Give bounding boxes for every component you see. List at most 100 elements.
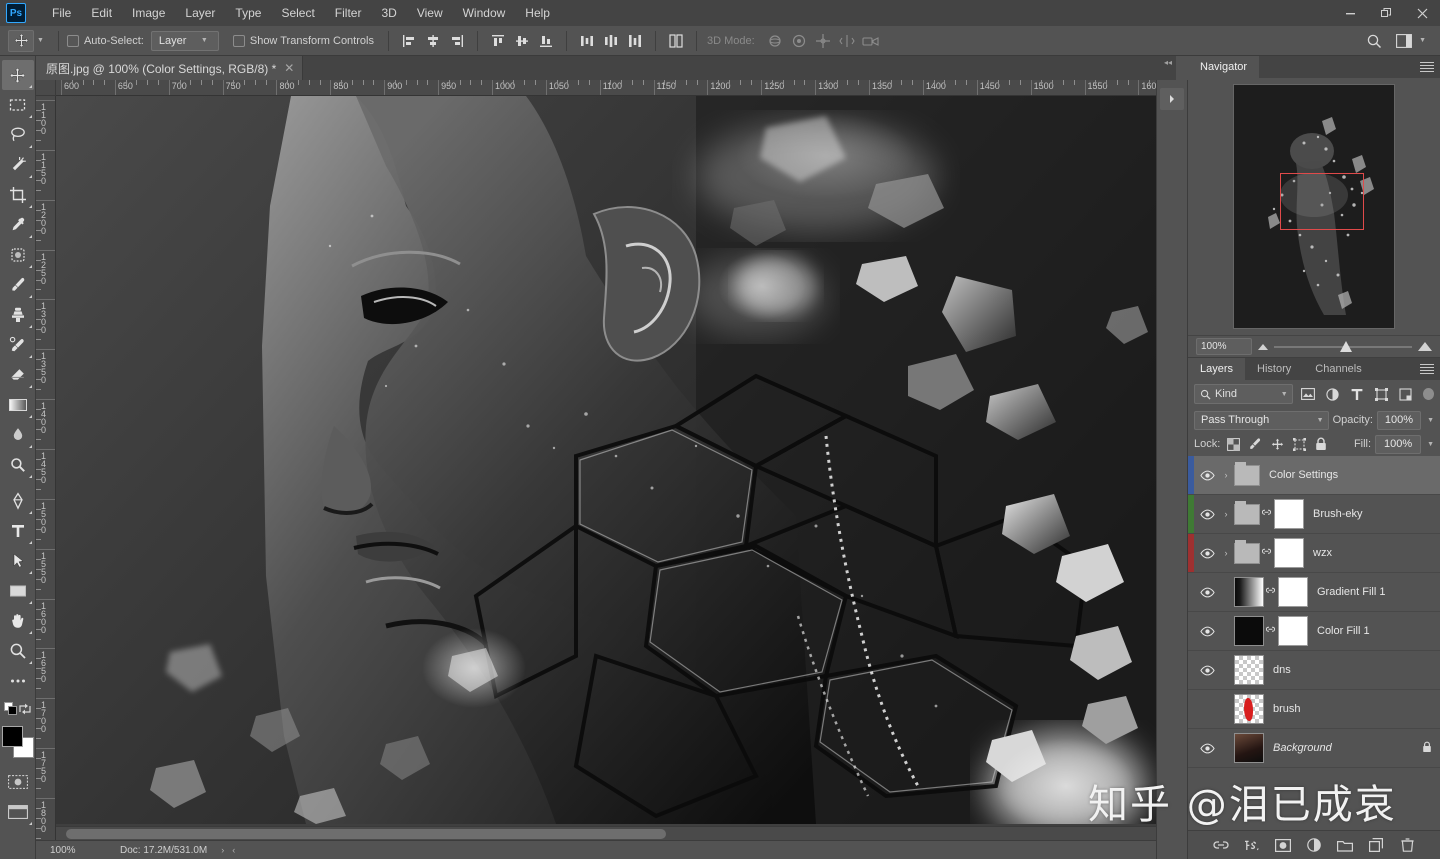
image-canvas[interactable] xyxy=(56,96,1156,824)
distribute-bottom-edges-icon[interactable] xyxy=(623,30,647,52)
auto-select-checkbox[interactable] xyxy=(66,34,79,47)
slide-3d-icon[interactable] xyxy=(835,30,859,52)
status-expand-icon[interactable]: › xyxy=(221,845,224,855)
move-tool[interactable] xyxy=(1,60,34,90)
roll-3d-icon[interactable] xyxy=(787,30,811,52)
layer-visibility-toggle[interactable] xyxy=(1194,534,1220,572)
layer-mask-thumbnail[interactable] xyxy=(1278,577,1308,607)
layer-thumbnail[interactable] xyxy=(1234,500,1260,525)
zoom-slider-handle[interactable] xyxy=(1340,340,1353,352)
layer-row[interactable]: › wzx xyxy=(1188,534,1440,573)
collapse-panels-icon[interactable]: ◂◂ xyxy=(1164,58,1172,67)
lasso-tool[interactable] xyxy=(2,120,34,150)
layer-thumbnail[interactable] xyxy=(1234,577,1264,607)
menu-filter[interactable]: Filter xyxy=(325,2,372,24)
menu-select[interactable]: Select xyxy=(271,2,324,24)
menu-help[interactable]: Help xyxy=(515,2,560,24)
mask-link-icon[interactable] xyxy=(1264,585,1276,600)
eye-icon[interactable] xyxy=(1199,626,1215,637)
new-layer-icon[interactable] xyxy=(1367,836,1385,854)
tab-navigator[interactable]: Navigator xyxy=(1188,56,1260,78)
close-button[interactable] xyxy=(1404,0,1440,26)
zoom-3d-icon[interactable] xyxy=(859,30,883,52)
rectangle-tool[interactable] xyxy=(2,576,34,606)
layer-visibility-toggle[interactable] xyxy=(1194,690,1220,728)
healing-brush-tool[interactable] xyxy=(2,240,34,270)
zoom-out-icon[interactable] xyxy=(1258,343,1268,350)
canvas-horizontal-scrollbar[interactable] xyxy=(56,826,1162,840)
workspace-chevron-icon[interactable]: ▼ xyxy=(1419,37,1426,44)
document-tab[interactable]: 原图.jpg @ 100% (Color Settings, RGB/8) * … xyxy=(36,56,304,80)
history-brush-tool[interactable] xyxy=(2,330,34,360)
filter-pixel-icon[interactable] xyxy=(1299,384,1317,404)
navigator-panel-menu-icon[interactable] xyxy=(1420,60,1434,74)
link-layers-icon[interactable] xyxy=(1212,836,1230,854)
opacity-stepper-icon[interactable]: ▼ xyxy=(1427,417,1434,424)
dodge-tool[interactable] xyxy=(2,450,34,480)
layer-row[interactable]: › Color Settings xyxy=(1188,456,1440,495)
tab-layers[interactable]: Layers xyxy=(1188,358,1246,380)
default-colors-icon[interactable] xyxy=(4,702,18,719)
eye-icon[interactable] xyxy=(1199,587,1215,598)
zoom-in-icon[interactable] xyxy=(1418,342,1432,351)
fill-input[interactable]: 100% xyxy=(1375,434,1422,454)
foreground-color-swatch[interactable] xyxy=(1,726,23,747)
layer-expand-chevron-icon[interactable]: › xyxy=(1220,509,1232,519)
orbit-3d-icon[interactable] xyxy=(763,30,787,52)
menu-edit[interactable]: Edit xyxy=(81,2,122,24)
filter-shape-icon[interactable] xyxy=(1372,384,1390,404)
layer-visibility-toggle[interactable] xyxy=(1194,651,1220,689)
search-icon[interactable] xyxy=(1362,30,1386,52)
layer-mask-thumbnail[interactable] xyxy=(1274,538,1304,568)
tab-history[interactable]: History xyxy=(1245,358,1304,380)
align-right-edges-icon[interactable] xyxy=(445,30,469,52)
pen-tool[interactable] xyxy=(2,486,34,516)
new-group-icon[interactable] xyxy=(1336,836,1354,854)
eye-icon[interactable] xyxy=(1199,509,1215,520)
layer-mask-thumbnail[interactable] xyxy=(1274,499,1304,529)
layer-row[interactable]: Background xyxy=(1188,729,1440,768)
menu-view[interactable]: View xyxy=(407,2,453,24)
status-zoom-level[interactable]: 100% xyxy=(36,845,92,856)
layer-thumbnail[interactable] xyxy=(1234,733,1264,763)
fill-stepper-icon[interactable]: ▼ xyxy=(1427,441,1434,448)
zoom-tool[interactable] xyxy=(2,636,34,666)
screen-mode-icon[interactable] xyxy=(2,797,34,827)
layer-visibility-toggle[interactable] xyxy=(1194,573,1220,611)
lock-transparent-pixels-icon[interactable] xyxy=(1224,435,1242,453)
opacity-input[interactable]: 100% xyxy=(1376,410,1422,430)
distribute-top-edges-icon[interactable] xyxy=(575,30,599,52)
align-bottom-edges-icon[interactable] xyxy=(534,30,558,52)
tool-preset-chevron-icon[interactable]: ▼ xyxy=(37,37,44,44)
pan-3d-icon[interactable] xyxy=(811,30,835,52)
color-swatches[interactable] xyxy=(1,725,35,759)
layer-visibility-toggle[interactable] xyxy=(1194,729,1220,767)
layer-row[interactable]: › Brush-eky xyxy=(1188,495,1440,534)
layer-thumbnail[interactable] xyxy=(1234,694,1264,724)
distribute-vertical-centers-icon[interactable] xyxy=(599,30,623,52)
layer-thumbnail[interactable] xyxy=(1234,539,1260,564)
layer-expand-chevron-icon[interactable]: › xyxy=(1220,470,1232,480)
lock-artboard-nesting-icon[interactable] xyxy=(1290,435,1308,453)
crop-tool[interactable] xyxy=(2,180,34,210)
filter-toggle-switch[interactable] xyxy=(1422,388,1434,400)
marquee-tool[interactable] xyxy=(2,90,34,120)
add-layer-mask-icon[interactable] xyxy=(1274,836,1292,854)
eye-icon[interactable] xyxy=(1199,548,1215,559)
auto-select-scope-dropdown[interactable]: Layer ▼ xyxy=(150,30,219,51)
navigator-zoom-input[interactable]: 100% xyxy=(1196,338,1252,355)
magic-wand-tool[interactable] xyxy=(2,150,34,180)
layers-panel-menu-icon[interactable] xyxy=(1420,362,1434,376)
layer-thumbnail[interactable] xyxy=(1234,616,1264,646)
layer-visibility-toggle[interactable] xyxy=(1194,495,1220,533)
mask-link-icon[interactable] xyxy=(1260,546,1272,561)
menu-layer[interactable]: Layer xyxy=(175,2,225,24)
quick-mask-mode-icon[interactable] xyxy=(2,767,34,797)
workspace-switcher-icon[interactable] xyxy=(1392,30,1416,52)
mask-link-icon[interactable] xyxy=(1264,624,1276,639)
status-collapse-icon[interactable]: ‹ xyxy=(232,845,235,855)
layer-visibility-toggle[interactable] xyxy=(1194,456,1220,494)
layer-visibility-toggle[interactable] xyxy=(1194,612,1220,650)
lock-position-icon[interactable] xyxy=(1268,435,1286,453)
blend-mode-dropdown[interactable]: Pass Through ▼ xyxy=(1194,410,1329,430)
